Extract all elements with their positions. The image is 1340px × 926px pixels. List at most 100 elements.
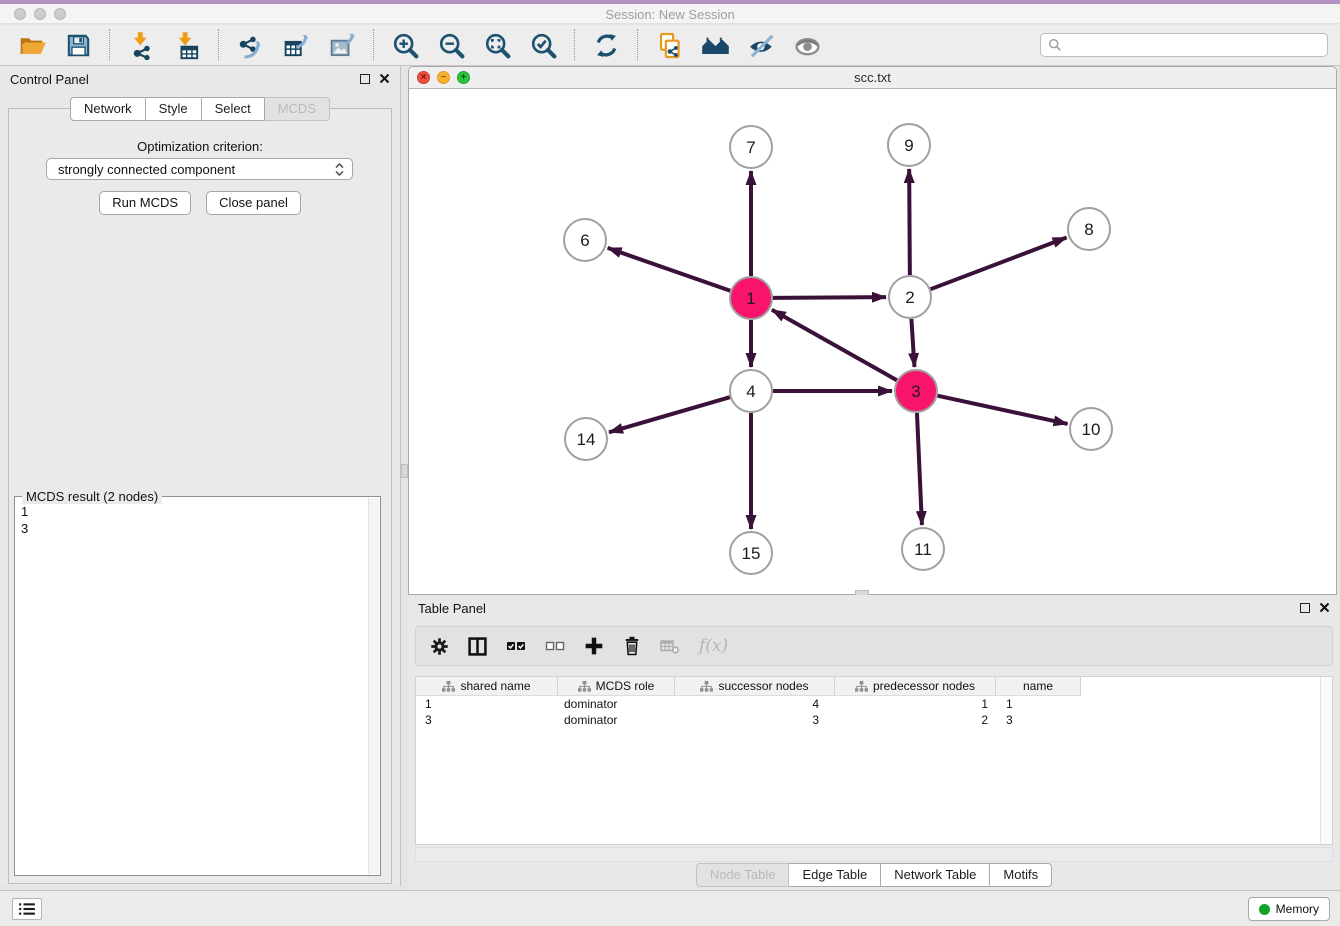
result-scrollbar[interactable] bbox=[368, 498, 379, 874]
search-input[interactable] bbox=[1067, 38, 1320, 53]
edge-4-14[interactable] bbox=[609, 397, 730, 432]
mcds-result-text[interactable]: 1 3 bbox=[21, 503, 364, 871]
edge-1-2[interactable] bbox=[773, 297, 886, 298]
node-4[interactable]: 4 bbox=[730, 370, 772, 412]
zoom-out-icon[interactable] bbox=[431, 28, 471, 62]
node-table: shared nameMCDS rolesuccessor nodesprede… bbox=[415, 676, 1333, 845]
toolbar-separator bbox=[637, 29, 638, 61]
edge-3-10[interactable] bbox=[937, 396, 1067, 424]
delete-table-icon bbox=[660, 637, 680, 655]
node-label: 10 bbox=[1082, 420, 1101, 439]
node-8[interactable]: 8 bbox=[1068, 208, 1110, 250]
cell-MCDS-role[interactable]: dominator bbox=[558, 713, 675, 727]
vertical-splitter-handle[interactable] bbox=[401, 464, 408, 478]
float-panel-icon[interactable] bbox=[360, 74, 370, 84]
import-table-icon[interactable] bbox=[167, 28, 207, 62]
edge-1-6[interactable] bbox=[608, 248, 731, 291]
home-views-icon[interactable] bbox=[695, 28, 735, 62]
cell-predecessor-nodes[interactable]: 1 bbox=[835, 697, 996, 711]
cell-MCDS-role[interactable]: dominator bbox=[558, 697, 675, 711]
column-header-predecessor-nodes[interactable]: predecessor nodes bbox=[835, 677, 996, 696]
open-file-icon[interactable] bbox=[12, 28, 52, 62]
show-hidden-eye-icon[interactable] bbox=[787, 28, 827, 62]
status-bar: Memory bbox=[0, 890, 1340, 926]
add-column-plus-icon[interactable] bbox=[584, 636, 604, 656]
table-row[interactable]: 3dominator323 bbox=[416, 712, 1332, 728]
node-3-selected[interactable]: 3 bbox=[895, 370, 937, 412]
column-header-successor-nodes[interactable]: successor nodes bbox=[675, 677, 835, 696]
tab-mcds[interactable]: MCDS bbox=[265, 97, 330, 121]
network-view-window: × − + scc.txt 7 9 6 8 1 2 4 3 14 10 15 11 bbox=[408, 66, 1337, 595]
table-row[interactable]: 1dominator411 bbox=[416, 696, 1332, 712]
edge-2-9[interactable] bbox=[909, 169, 910, 275]
control-panel-header: Control Panel bbox=[0, 66, 400, 94]
apply-function-icon: f(x) bbox=[699, 636, 728, 656]
edge-2-3[interactable] bbox=[911, 319, 914, 367]
optimization-criterion-label: Optimization criterion: bbox=[9, 139, 391, 154]
hide-selected-eye-icon[interactable] bbox=[741, 28, 781, 62]
node-6[interactable]: 6 bbox=[564, 219, 606, 261]
export-image-icon[interactable] bbox=[322, 28, 362, 62]
zoom-selected-icon[interactable] bbox=[523, 28, 563, 62]
close-panel-icon[interactable] bbox=[379, 73, 390, 84]
cell-successor-nodes[interactable]: 3 bbox=[675, 713, 835, 727]
task-history-button[interactable] bbox=[12, 898, 42, 920]
node-label: 2 bbox=[905, 288, 914, 307]
cell-shared-name[interactable]: 1 bbox=[416, 697, 558, 711]
refresh-layout-icon[interactable] bbox=[586, 28, 626, 62]
node-label: 9 bbox=[904, 136, 913, 155]
run-mcds-button[interactable]: Run MCDS bbox=[99, 191, 191, 215]
export-network-icon[interactable] bbox=[230, 28, 270, 62]
column-header-MCDS-role[interactable]: MCDS role bbox=[558, 677, 675, 696]
edge-2-8[interactable] bbox=[931, 238, 1067, 290]
import-network-icon[interactable] bbox=[121, 28, 161, 62]
zoom-in-icon[interactable] bbox=[385, 28, 425, 62]
close-panel-button[interactable]: Close panel bbox=[206, 191, 301, 215]
delete-selected-trash-icon[interactable] bbox=[623, 636, 641, 656]
node-label: 7 bbox=[746, 138, 755, 157]
tab-edge-table[interactable]: Edge Table bbox=[789, 863, 881, 887]
node-2[interactable]: 2 bbox=[889, 276, 931, 318]
tab-network[interactable]: Network bbox=[70, 97, 146, 121]
node-14[interactable]: 14 bbox=[565, 418, 607, 460]
cell-name[interactable]: 3 bbox=[996, 713, 1081, 727]
clone-network-icon[interactable] bbox=[649, 28, 689, 62]
zoom-fit-icon[interactable] bbox=[477, 28, 517, 62]
tab-style[interactable]: Style bbox=[146, 97, 202, 121]
column-header-name[interactable]: name bbox=[996, 677, 1081, 696]
cell-successor-nodes[interactable]: 4 bbox=[675, 697, 835, 711]
float-panel-icon[interactable] bbox=[1300, 603, 1310, 613]
optimization-criterion-select[interactable]: strongly connected component bbox=[46, 158, 353, 180]
close-panel-icon[interactable] bbox=[1319, 602, 1330, 613]
column-header-shared-name[interactable]: shared name bbox=[416, 677, 558, 696]
node-7[interactable]: 7 bbox=[730, 126, 772, 168]
edge-3-1[interactable] bbox=[772, 310, 897, 380]
cell-shared-name[interactable]: 3 bbox=[416, 713, 558, 727]
edge-3-11[interactable] bbox=[917, 413, 922, 525]
table-settings-gear-icon[interactable] bbox=[430, 637, 449, 656]
network-window-titlebar[interactable]: × − + scc.txt bbox=[409, 67, 1336, 89]
tab-node-table[interactable]: Node Table bbox=[696, 863, 790, 887]
node-11[interactable]: 11 bbox=[902, 528, 944, 570]
select-all-rows-icon[interactable] bbox=[506, 637, 526, 655]
cell-name[interactable]: 1 bbox=[996, 697, 1081, 711]
save-session-icon[interactable] bbox=[58, 28, 98, 62]
memory-status-icon bbox=[1259, 904, 1270, 915]
tab-select[interactable]: Select bbox=[202, 97, 265, 121]
node-15[interactable]: 15 bbox=[730, 532, 772, 574]
network-canvas[interactable]: 7 9 6 8 1 2 4 3 14 10 15 11 bbox=[409, 89, 1336, 594]
search-icon bbox=[1048, 38, 1062, 52]
export-table-icon[interactable] bbox=[276, 28, 316, 62]
deselect-all-rows-icon[interactable] bbox=[545, 637, 565, 655]
node-10[interactable]: 10 bbox=[1070, 408, 1112, 450]
memory-button[interactable]: Memory bbox=[1248, 897, 1330, 921]
node-9[interactable]: 9 bbox=[888, 124, 930, 166]
tab-motifs[interactable]: Motifs bbox=[990, 863, 1052, 887]
node-1-selected[interactable]: 1 bbox=[730, 277, 772, 319]
table-scrollbar[interactable] bbox=[1320, 677, 1332, 844]
tab-network-table[interactable]: Network Table bbox=[881, 863, 990, 887]
search-box[interactable] bbox=[1040, 33, 1328, 57]
cell-predecessor-nodes[interactable]: 2 bbox=[835, 713, 996, 727]
table-horizontal-scrollbar[interactable] bbox=[415, 847, 1333, 862]
split-columns-icon[interactable] bbox=[468, 637, 487, 656]
